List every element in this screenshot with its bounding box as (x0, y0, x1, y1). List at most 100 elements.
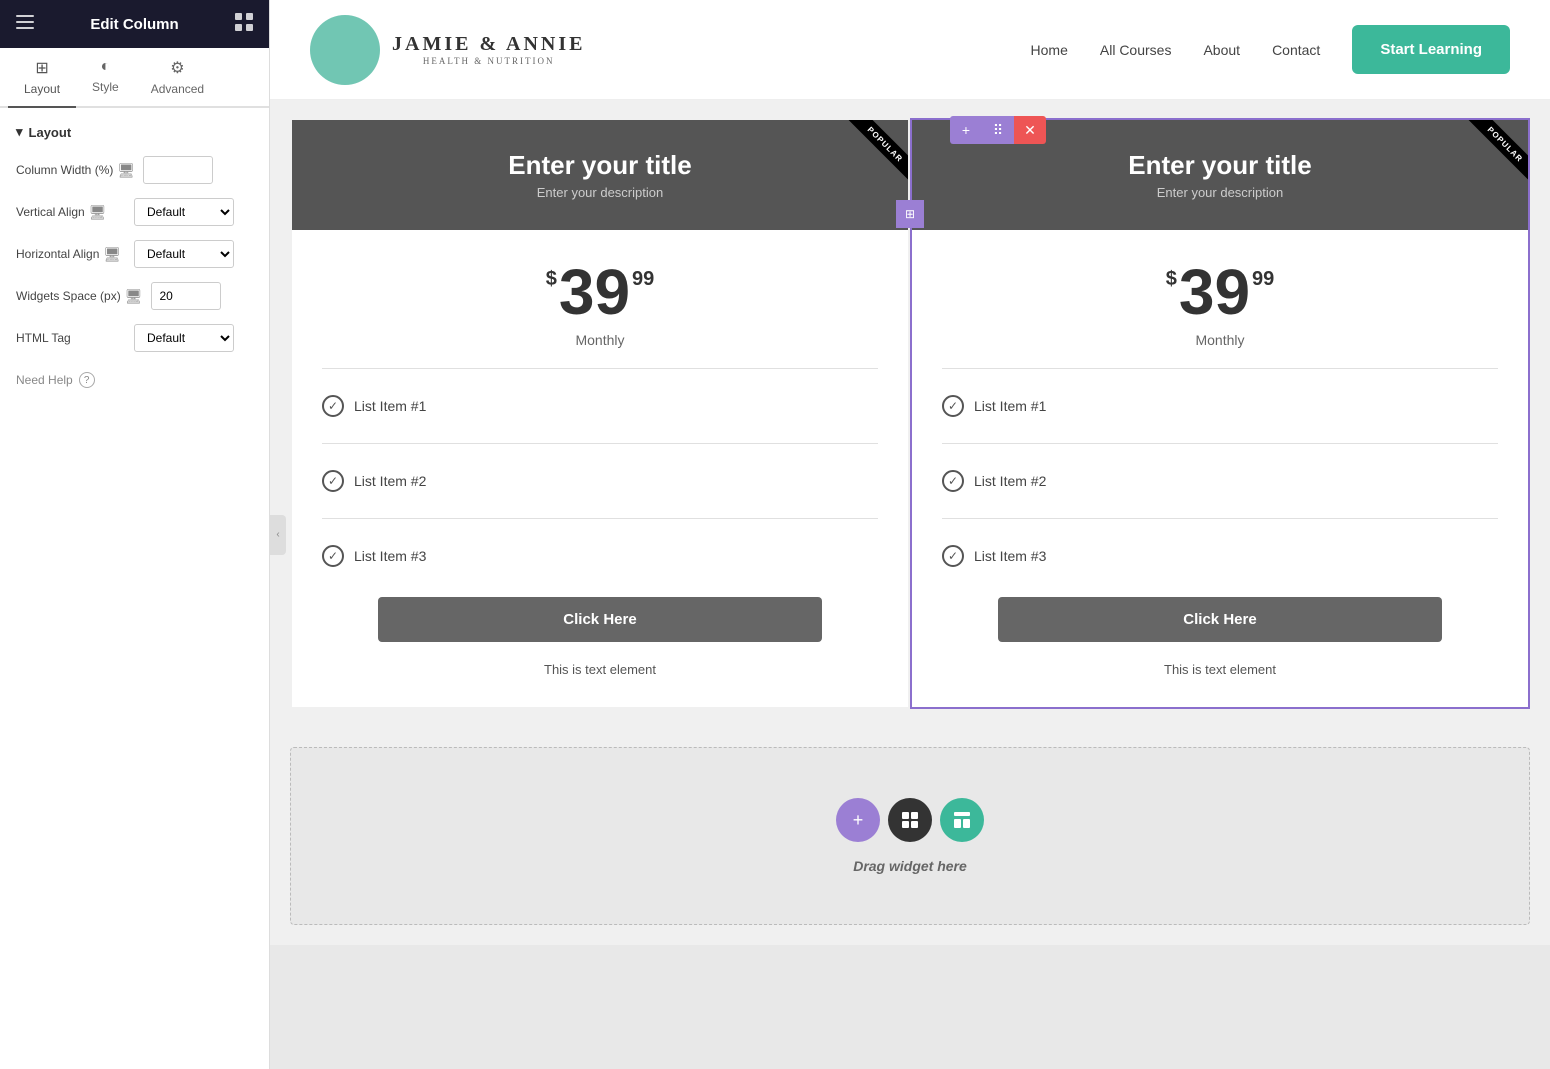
divider-2b (942, 443, 1498, 444)
divider-2c (942, 518, 1498, 519)
html-tag-select[interactable]: Default (134, 324, 234, 352)
tab-advanced[interactable]: ⚙ Advanced (135, 48, 220, 106)
drop-widget-button[interactable] (888, 798, 932, 842)
html-tag-row: HTML Tag Default (16, 324, 253, 352)
pricing-card-1: Enter your title Enter your description … (292, 120, 908, 707)
section-label: Layout (29, 125, 72, 140)
nav-home[interactable]: Home (1031, 42, 1068, 58)
horizontal-align-select[interactable]: Default (134, 240, 234, 268)
divider-1b (322, 443, 878, 444)
price-amount-1: 39 (559, 260, 630, 324)
monitor-icon-ha: 🖥 (103, 246, 121, 263)
check-icon-1-3: ✓ (322, 545, 344, 567)
tab-style[interactable]: ◐ Style (76, 48, 135, 106)
price-cents-2: 99 (1252, 268, 1274, 291)
column-width-input[interactable] (143, 156, 213, 184)
collapse-panel-handle[interactable]: ‹ (270, 515, 286, 555)
list-text-2-1: List Item #1 (974, 398, 1046, 414)
tab-style-label: Style (92, 80, 119, 94)
left-panel: Edit Column ⊞ Layout ◐ Style ⚙ Advanced … (0, 0, 270, 1069)
grid-icon[interactable] (235, 13, 253, 36)
check-icon-2-2: ✓ (942, 470, 964, 492)
nav-about[interactable]: About (1203, 42, 1240, 58)
need-help-label: Need Help (16, 373, 73, 387)
drop-zone: + (290, 747, 1530, 925)
tab-layout[interactable]: ⊞ Layout (8, 48, 76, 108)
close-column-button[interactable]: ✕ (1014, 116, 1046, 144)
price-row-2: $ 39 99 (1166, 260, 1275, 324)
drop-add-button[interactable]: + (836, 798, 880, 842)
column-width-label: Column Width (%) 🖥 (16, 162, 135, 179)
monitor-icon-va: 🖥 (89, 204, 107, 221)
vertical-align-select[interactable]: Default (134, 198, 234, 226)
list-text-1-2: List Item #2 (354, 473, 426, 489)
style-icon: ◐ (101, 58, 111, 76)
list-item-2-3: ✓ List Item #3 (942, 539, 1498, 573)
card-title-2: Enter your title (932, 150, 1508, 181)
list-text-1-3: List Item #3 (354, 548, 426, 564)
layout-icon: ⊞ (35, 58, 48, 78)
logo-main: JAMIE & ANNIE (392, 33, 585, 56)
logo-sub: HEALTH & NUTRITION (392, 56, 585, 66)
widgets-space-row: Widgets Space (px) 🖥 (16, 282, 253, 310)
tab-advanced-label: Advanced (151, 82, 204, 96)
click-here-button-2[interactable]: Click Here (998, 597, 1443, 642)
card-desc-1: Enter your description (312, 185, 888, 200)
list-item-1-3: ✓ List Item #3 (322, 539, 878, 573)
check-icon-1-1: ✓ (322, 395, 344, 417)
tabs-row: ⊞ Layout ◐ Style ⚙ Advanced (0, 48, 269, 108)
section-title: ▾ Layout (16, 124, 253, 140)
drop-icons: + (836, 798, 984, 842)
pricing-section: + ⠿ ✕ Enter your title Enter your descri… (270, 100, 1550, 727)
card-header-1: Enter your title Enter your description (292, 120, 908, 230)
price-dollar-1: $ (546, 268, 557, 291)
start-learning-button[interactable]: Start Learning (1352, 25, 1510, 74)
price-row-1: $ 39 99 (546, 260, 655, 324)
section-collapse-icon[interactable]: ▾ (16, 124, 23, 140)
popular-badge-2 (1450, 120, 1528, 198)
card-body-1: $ 39 99 Monthly ✓ List Item #1 ✓ (292, 230, 908, 707)
panel-content: ▾ Layout Column Width (%) 🖥 Vertical Ali… (0, 108, 269, 1069)
list-item-2-2: ✓ List Item #2 (942, 464, 1498, 498)
price-period-2: Monthly (1195, 332, 1244, 348)
drop-template-button[interactable] (940, 798, 984, 842)
logo-text: JAMIE & ANNIE HEALTH & NUTRITION (392, 33, 585, 66)
site-logo: JAMIE & ANNIE HEALTH & NUTRITION (310, 15, 585, 85)
hamburger-icon[interactable] (16, 15, 34, 34)
pricing-card-2: Enter your title Enter your description … (912, 120, 1528, 707)
click-here-button-1[interactable]: Click Here (378, 597, 823, 642)
list-item-2-1: ✓ List Item #1 (942, 389, 1498, 423)
site-nav: Home All Courses About Contact Start Lea… (1031, 25, 1510, 74)
column-settings-icon[interactable]: ⊞ (896, 200, 924, 228)
price-period-1: Monthly (575, 332, 624, 348)
panel-title: Edit Column (90, 16, 178, 33)
text-element-1: This is text element (544, 662, 656, 677)
check-icon-2-1: ✓ (942, 395, 964, 417)
column-width-row: Column Width (%) 🖥 (16, 156, 253, 184)
divider-2a (942, 368, 1498, 369)
need-help[interactable]: Need Help ? (16, 372, 253, 388)
pricing-row: Enter your title Enter your description … (290, 120, 1530, 707)
move-column-button[interactable]: ⠿ (982, 116, 1014, 144)
check-icon-2-3: ✓ (942, 545, 964, 567)
widgets-space-input[interactable] (151, 282, 221, 310)
price-amount-2: 39 (1179, 260, 1250, 324)
card-body-2: $ 39 99 Monthly ✓ List Item #1 ✓ (912, 230, 1528, 707)
list-text-1-1: List Item #1 (354, 398, 426, 414)
help-icon: ? (79, 372, 95, 388)
monitor-icon-ws: 🖥 (125, 288, 143, 305)
site-header: JAMIE & ANNIE HEALTH & NUTRITION Home Al… (270, 0, 1550, 100)
html-tag-label: HTML Tag (16, 331, 126, 345)
divider-1c (322, 518, 878, 519)
price-cents-1: 99 (632, 268, 654, 291)
card-title-1: Enter your title (312, 150, 888, 181)
vertical-align-label: Vertical Align 🖥 (16, 204, 126, 221)
add-element-button[interactable]: + (950, 116, 982, 144)
nav-contact[interactable]: Contact (1272, 42, 1320, 58)
drop-text: Drag widget here (853, 858, 967, 874)
horizontal-align-row: Horizontal Align 🖥 Default (16, 240, 253, 268)
tab-layout-label: Layout (24, 82, 60, 96)
nav-all-courses[interactable]: All Courses (1100, 42, 1172, 58)
logo-circle (310, 15, 380, 85)
text-element-2: This is text element (1164, 662, 1276, 677)
